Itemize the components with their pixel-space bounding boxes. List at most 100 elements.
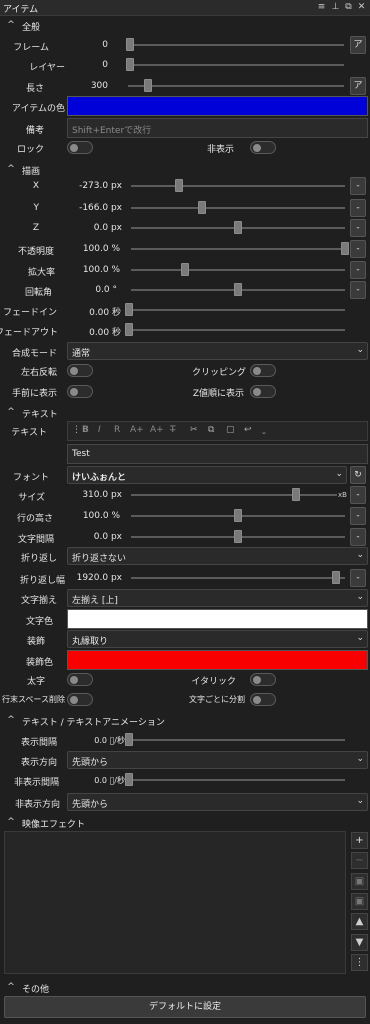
- close-icon[interactable]: ✕: [356, 2, 367, 12]
- opacity-slider-thumb[interactable]: [341, 242, 349, 255]
- show-interval-value[interactable]: 0.0 ﾟ/秒: [94, 735, 125, 746]
- align-dropdown[interactable]: 左揃え [上] ⌄: [67, 589, 368, 607]
- scale-value[interactable]: 100.0 %: [83, 265, 120, 275]
- fadein-slider-thumb[interactable]: [125, 303, 133, 316]
- line-height-value[interactable]: 100.0 %: [83, 511, 120, 521]
- default-settings-button[interactable]: デフォルトに設定: [4, 996, 366, 1018]
- opacity-slider-track[interactable]: [131, 248, 345, 250]
- show-interval-slider-thumb[interactable]: [125, 733, 133, 746]
- font-refresh-button[interactable]: ↻: [350, 466, 366, 484]
- wrap-width-value[interactable]: 1920.0 px: [77, 573, 122, 583]
- section-effects-header[interactable]: ^ 映像エフェクト: [0, 815, 370, 831]
- rotation-slider-thumb[interactable]: [234, 283, 242, 296]
- wrap-width-anim-button[interactable]: -: [350, 569, 366, 587]
- font-dropdown[interactable]: けいふぉんと ⌄: [67, 466, 347, 484]
- italic-icon[interactable]: I: [98, 425, 101, 435]
- fadeout-slider-thumb[interactable]: [125, 323, 133, 336]
- front-toggle[interactable]: [67, 385, 93, 398]
- flip-toggle[interactable]: [67, 364, 93, 377]
- clear-format-icon[interactable]: T̶: [170, 425, 176, 435]
- x-anim-button[interactable]: -: [350, 177, 366, 195]
- frame-slider-track[interactable]: [128, 44, 344, 46]
- cut-icon[interactable]: ✂: [190, 425, 198, 435]
- x-slider-track[interactable]: [131, 185, 345, 187]
- trim-toggle[interactable]: [67, 693, 93, 706]
- float-window-icon[interactable]: ⧉: [343, 2, 354, 12]
- text-color-swatch[interactable]: [67, 609, 368, 629]
- section-drawing-header[interactable]: ^ 描画: [0, 162, 370, 178]
- layer-slider-thumb[interactable]: [126, 58, 134, 71]
- paste-icon[interactable]: ▢: [226, 425, 235, 435]
- wrap-width-slider-track[interactable]: [131, 577, 345, 579]
- hide-interval-value[interactable]: 0.0 ﾟ/秒: [94, 775, 125, 786]
- move-up-button[interactable]: ▲: [351, 913, 368, 930]
- y-slider-track[interactable]: [131, 207, 345, 209]
- italic-toggle[interactable]: [250, 673, 276, 686]
- opacity-anim-button[interactable]: -: [350, 240, 366, 258]
- length-slider-thumb[interactable]: [144, 79, 152, 92]
- scale-slider-track[interactable]: [131, 269, 345, 271]
- decoration-color-swatch[interactable]: [67, 650, 368, 670]
- length-anim-button[interactable]: ア: [350, 77, 366, 95]
- y-slider-thumb[interactable]: [198, 201, 206, 214]
- note-input[interactable]: Shift+Enterで改行: [67, 118, 368, 138]
- char-spacing-anim-button[interactable]: -: [350, 528, 366, 546]
- move-down-button[interactable]: ▼: [351, 934, 368, 951]
- y-anim-button[interactable]: -: [350, 199, 366, 217]
- fadein-slider-track[interactable]: [127, 309, 345, 311]
- hidden-toggle[interactable]: [250, 141, 276, 154]
- hide-dir-dropdown[interactable]: 先頭から ⌄: [67, 793, 368, 811]
- zorder-toggle[interactable]: [250, 385, 276, 398]
- layer-value[interactable]: 0: [102, 60, 108, 70]
- show-dir-dropdown[interactable]: 先頭から ⌄: [67, 751, 368, 769]
- decoration-dropdown[interactable]: 丸縁取り ⌄: [67, 630, 368, 648]
- opacity-value[interactable]: 100.0 %: [83, 244, 120, 254]
- more-options-button[interactable]: ⋮: [351, 954, 368, 971]
- length-value[interactable]: 300: [91, 81, 108, 91]
- rotation-value[interactable]: 0.0 °: [95, 285, 117, 295]
- save-icon[interactable]: ▣: [351, 893, 368, 910]
- line-height-slider-thumb[interactable]: [234, 509, 242, 522]
- copy-icon[interactable]: ⧉: [208, 425, 214, 435]
- frame-slider-thumb[interactable]: [126, 38, 134, 51]
- z-value[interactable]: 0.0 px: [94, 223, 122, 233]
- fadeout-slider-track[interactable]: [127, 329, 345, 331]
- split-toggle[interactable]: [250, 693, 276, 706]
- y-value[interactable]: -166.0 px: [79, 203, 122, 213]
- more-icon[interactable]: ⌄: [261, 428, 267, 436]
- save-as-icon[interactable]: ▣: [351, 873, 368, 890]
- fadeout-value[interactable]: 0.00 秒: [89, 325, 121, 338]
- pin-icon[interactable]: ⊥: [330, 2, 341, 12]
- blend-dropdown[interactable]: 通常 ⌄: [67, 342, 368, 360]
- wrap-dropdown[interactable]: 折り返さない ⌄: [67, 547, 368, 565]
- char-spacing-value[interactable]: 0.0 px: [94, 532, 122, 542]
- frame-value[interactable]: 0: [102, 40, 108, 50]
- wrap-width-slider-thumb[interactable]: [332, 571, 340, 584]
- clipping-toggle[interactable]: [250, 364, 276, 377]
- section-others-header[interactable]: ^ その他: [0, 980, 370, 996]
- z-anim-button[interactable]: -: [350, 219, 366, 237]
- lock-toggle[interactable]: [67, 141, 93, 154]
- item-color-swatch[interactable]: [67, 96, 368, 116]
- bold-icon[interactable]: B: [82, 425, 89, 435]
- section-text-header[interactable]: ^ テキスト: [0, 405, 370, 421]
- x-value[interactable]: -273.0 px: [79, 181, 122, 191]
- size-anim-button[interactable]: -: [350, 486, 366, 504]
- bold-toggle[interactable]: [67, 673, 93, 686]
- size-slider-track[interactable]: [131, 494, 337, 496]
- menu-icon[interactable]: ≡: [316, 2, 327, 12]
- section-general-header[interactable]: ^ 全般: [0, 18, 370, 34]
- char-spacing-slider-thumb[interactable]: [234, 530, 242, 543]
- fadein-value[interactable]: 0.00 秒: [89, 305, 121, 318]
- hide-interval-slider-track[interactable]: [127, 779, 345, 781]
- undo-icon[interactable]: ↩: [244, 425, 252, 435]
- section-text-anim-header[interactable]: ^ テキスト / テキストアニメーション: [0, 713, 370, 729]
- size-value[interactable]: 310.0 px: [82, 490, 122, 500]
- rotation-anim-button[interactable]: -: [350, 281, 366, 299]
- size-slider-thumb[interactable]: [292, 488, 300, 501]
- effects-list[interactable]: [4, 831, 346, 974]
- line-height-anim-button[interactable]: -: [350, 507, 366, 525]
- scale-anim-button[interactable]: -: [350, 261, 366, 279]
- frame-anim-button[interactable]: ア: [350, 36, 366, 54]
- font-size-icon[interactable]: A+: [150, 425, 164, 435]
